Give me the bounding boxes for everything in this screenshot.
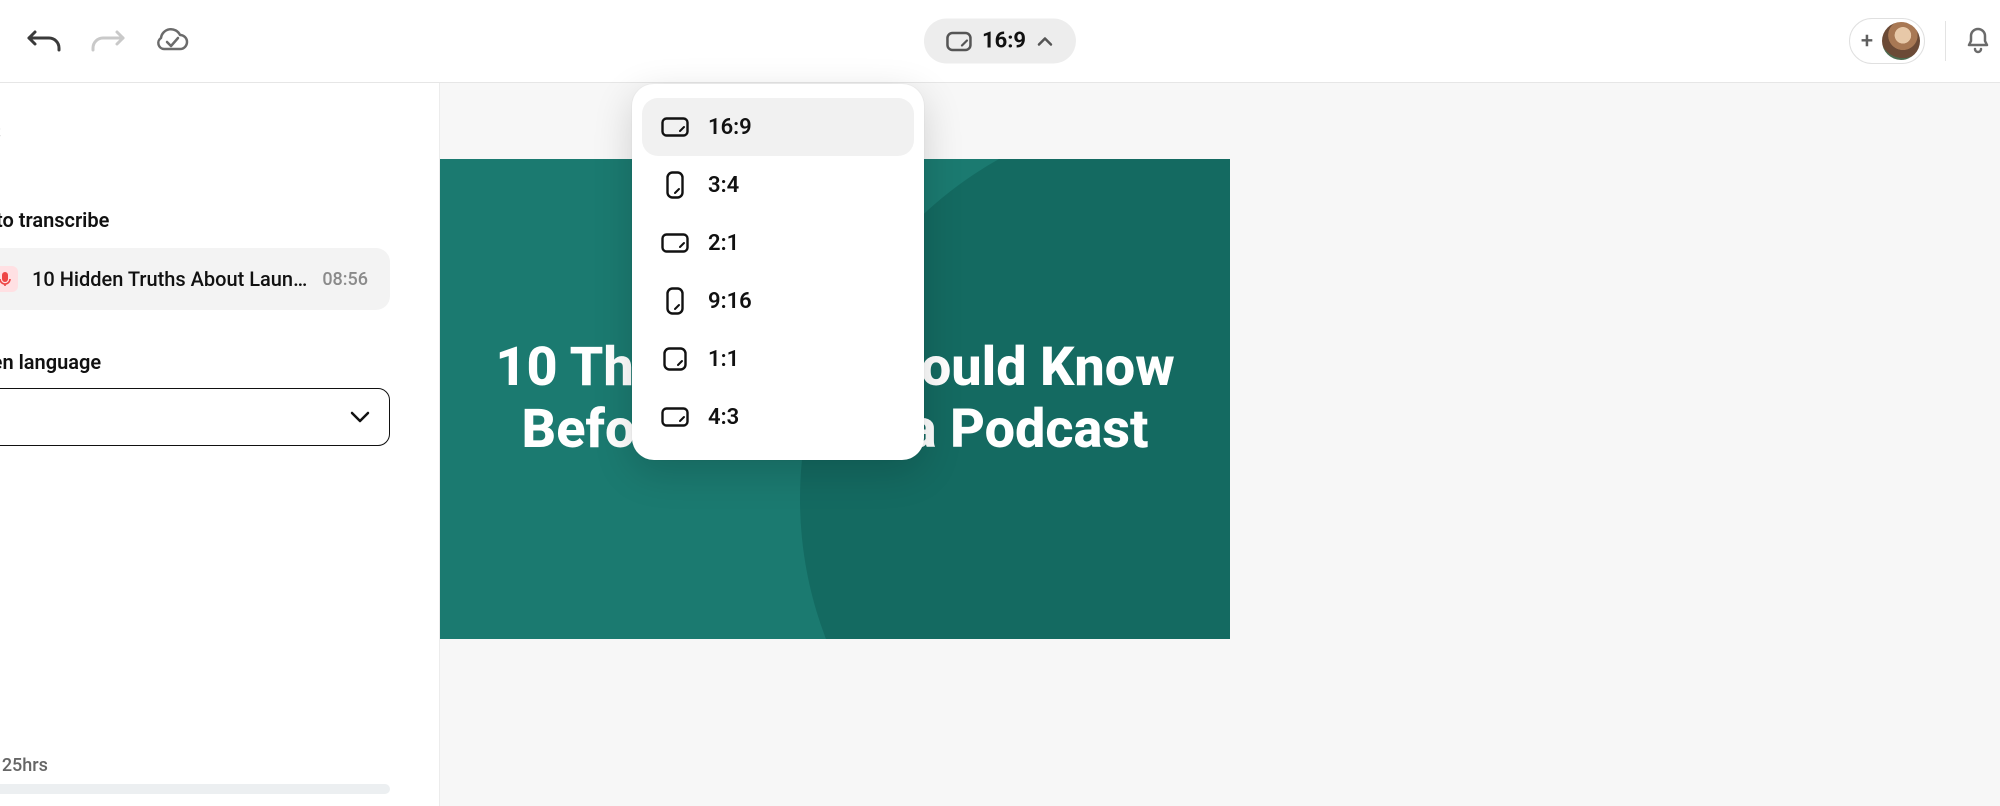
top-toolbar: 16:9 + <box>0 0 2000 83</box>
cloud-check-icon <box>153 26 191 56</box>
file-name: 10 Hidden Truths About Launching ... <box>32 267 308 291</box>
chevron-down-icon <box>349 410 371 424</box>
aspect-ratio-icon <box>660 344 690 374</box>
toolbar-left-group <box>0 21 192 61</box>
usage-total: 25hrs <box>2 755 48 776</box>
aspect-option-label: 3:4 <box>708 173 739 198</box>
cloud-sync-button[interactable] <box>152 21 192 61</box>
bell-icon <box>1966 26 1990 56</box>
aspect-ratio-icon <box>660 170 690 200</box>
toolbar-right-group: + <box>1849 18 2000 64</box>
file-row[interactable]: 10 Hidden Truths About Launching ... 08:… <box>0 248 390 310</box>
file-duration: 08:56 <box>322 269 368 290</box>
undo-button[interactable] <box>24 21 64 61</box>
notifications-button[interactable] <box>1966 26 1990 56</box>
aspect-option-label: 4:3 <box>708 405 739 430</box>
usage-text: rs / 25hrs <box>0 755 390 776</box>
aspect-option-16-9[interactable]: 16:9 <box>642 98 914 156</box>
aspect-option-label: 2:1 <box>708 231 739 256</box>
redo-icon <box>90 26 126 56</box>
aspect-option-label: 9:16 <box>708 289 752 314</box>
avatar <box>1882 22 1920 60</box>
aspect-ratio-icon <box>660 286 690 316</box>
invite-user-button[interactable]: + <box>1849 18 1925 64</box>
language-select[interactable] <box>0 388 390 446</box>
redo-button[interactable] <box>88 21 128 61</box>
aspect-option-9-16[interactable]: 9:16 <box>642 272 914 330</box>
aspect-option-label: 1:1 <box>708 347 739 372</box>
aspect-ratio-current: 16:9 <box>982 29 1026 54</box>
aspect-ratio-icon <box>660 402 690 432</box>
chevron-up-icon <box>1036 35 1054 47</box>
aspect-ratio-icon <box>946 31 972 51</box>
plus-icon: + <box>1856 29 1878 54</box>
usage-progress-bar <box>0 784 390 794</box>
aspect-ratio-icon <box>660 112 690 142</box>
language-section-label: oken language <box>0 350 415 374</box>
usage-meter: rs / 25hrs <box>0 755 390 794</box>
aspect-option-1-1[interactable]: 1:1 <box>642 330 914 388</box>
aspect-option-4-3[interactable]: 4:3 <box>642 388 914 446</box>
toolbar-separator <box>1945 21 1946 61</box>
aspect-ratio-dropdown: 16:9 3:4 2:1 9:16 1:1 4:3 <box>632 84 924 460</box>
main-area: es es to transcribe 10 Hidden Truths Abo… <box>0 83 2000 806</box>
aspect-option-3-4[interactable]: 3:4 <box>642 156 914 214</box>
mic-icon <box>0 266 18 292</box>
files-section-label: es to transcribe <box>0 208 415 232</box>
side-panel: es es to transcribe 10 Hidden Truths Abo… <box>0 83 440 806</box>
undo-icon <box>26 26 62 56</box>
aspect-ratio-icon <box>660 228 690 258</box>
aspect-option-label: 16:9 <box>708 115 752 140</box>
aspect-ratio-selector[interactable]: 16:9 <box>924 19 1076 64</box>
side-panel-heading: es <box>0 113 415 148</box>
aspect-option-2-1[interactable]: 2:1 <box>642 214 914 272</box>
